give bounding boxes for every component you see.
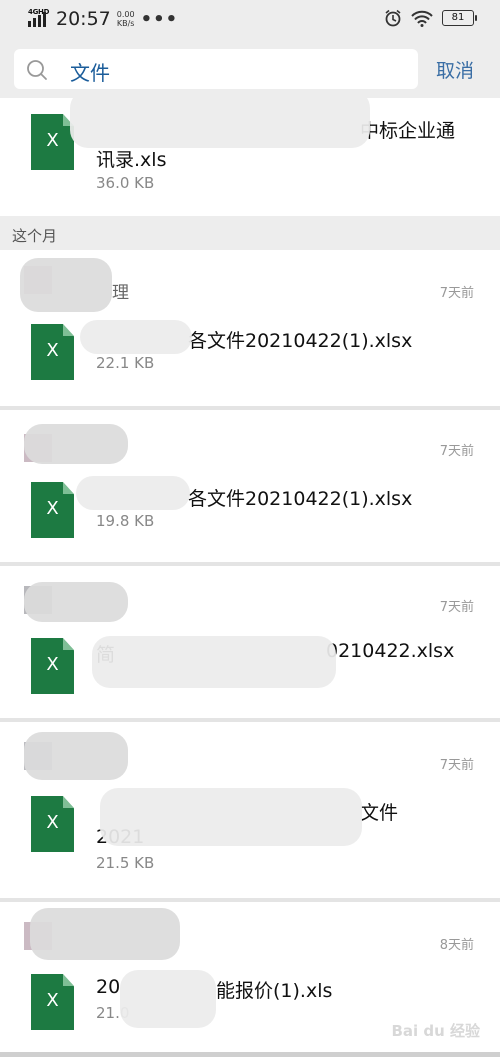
- search-bar: 文件 取消: [0, 40, 500, 98]
- bottom-strip: [0, 1052, 500, 1057]
- search-query: 文件: [70, 61, 110, 85]
- file-time: 7天前: [439, 444, 474, 459]
- more-notifications-icon: •••: [140, 8, 179, 30]
- file-result-item[interactable]: X 中标企业通 讯录.xls 36.0 KB: [0, 98, 500, 216]
- file-time: 7天前: [439, 758, 474, 773]
- section-header: 这个月: [0, 218, 500, 250]
- search-input[interactable]: 文件: [14, 49, 418, 89]
- watermark: Bai du 经验: [391, 1022, 480, 1040]
- redaction-blur: [100, 788, 362, 846]
- redaction-blur: [30, 908, 180, 960]
- network-speed: 0.00 KB/s: [116, 10, 135, 28]
- redaction-blur: [24, 424, 128, 464]
- search-icon: [27, 60, 47, 80]
- file-name-prefix: 20: [96, 976, 121, 998]
- signal-icon: 4GHD: [28, 8, 50, 29]
- file-name: 各文件20210422(1).xlsx: [188, 330, 413, 352]
- file-time: 7天前: [439, 600, 474, 615]
- excel-file-icon: X: [31, 482, 74, 538]
- redaction-blur: [24, 732, 128, 780]
- excel-file-icon: X: [31, 114, 74, 170]
- redaction-blur: [70, 98, 370, 148]
- file-size: 21.5 KB: [96, 854, 155, 872]
- redaction-blur: [80, 320, 192, 354]
- file-result-item[interactable]: 理 7天前 X 各文件20210422(1).xlsx 22.1 KB: [0, 250, 500, 406]
- sender-name: 理: [112, 283, 129, 303]
- redaction-blur: [76, 476, 190, 510]
- redaction-blur: [120, 970, 216, 1028]
- file-result-item[interactable]: 7天前 X 简 0210422.xlsx: [0, 566, 500, 718]
- file-size: 19.8 KB: [96, 512, 155, 530]
- battery-icon: 81: [442, 10, 477, 26]
- status-bar: 4GHD 20:57 0.00 KB/s ••• 81: [0, 0, 500, 40]
- wifi-icon: [411, 10, 433, 27]
- redaction-blur: [24, 582, 128, 622]
- file-name-line2: 讯录.xls: [96, 149, 167, 171]
- file-time: 7天前: [439, 286, 474, 301]
- excel-file-icon: X: [31, 638, 74, 694]
- file-result-item[interactable]: 7天前 X 文件 2021 21.5 KB: [0, 722, 500, 898]
- excel-file-icon: X: [31, 324, 74, 380]
- file-size: 22.1 KB: [96, 354, 155, 372]
- cancel-button[interactable]: 取消: [436, 56, 474, 83]
- excel-file-icon: X: [31, 796, 74, 852]
- file-name: 0210422.xlsx: [326, 640, 455, 662]
- file-name: 各文件20210422(1).xlsx: [188, 488, 413, 510]
- excel-file-icon: X: [31, 974, 74, 1030]
- file-size: 36.0 KB: [96, 174, 155, 192]
- clock: 20:57: [56, 8, 111, 30]
- file-result-item[interactable]: 7天前 X 各文件20210422(1).xlsx 19.8 KB: [0, 410, 500, 562]
- redaction-blur: [92, 636, 336, 688]
- file-name: 文件: [360, 802, 399, 824]
- alarm-icon: [385, 9, 401, 27]
- redaction-blur: [20, 258, 112, 312]
- file-time: 8天前: [439, 938, 474, 953]
- file-name: 中标企业通: [360, 120, 456, 142]
- file-name: 能报价(1).xls: [216, 980, 333, 1002]
